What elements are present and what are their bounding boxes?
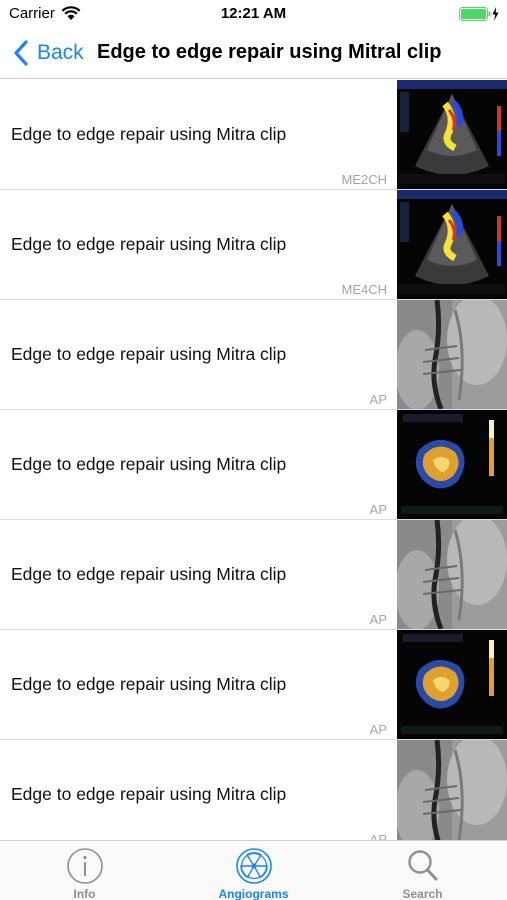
list-item[interactable]: Edge to edge repair using Mitra clip AP [0, 630, 507, 740]
tab-bar: Info Angiograms Search [0, 840, 507, 900]
angiogram-thumbnail [397, 80, 507, 189]
battery-charging-icon [459, 7, 499, 21]
tab-angiograms[interactable]: Angiograms [169, 841, 338, 900]
tab-angiograms-label: Angiograms [218, 887, 289, 900]
angiogram-thumbnail [397, 410, 507, 519]
tab-info-label: Info [73, 887, 96, 900]
info-icon [66, 848, 103, 884]
navigation-bar: Back Edge to edge repair using Mitral cl… [0, 28, 507, 79]
row-title: Edge to edge repair using Mitra clip [11, 234, 287, 254]
page-title: Edge to edge repair using Mitral clip [97, 41, 442, 63]
row-title: Edge to edge repair using Mitra clip [11, 344, 287, 364]
row-title: Edge to edge repair using Mitra clip [11, 454, 287, 474]
status-bar: Carrier 12:21 AM [0, 0, 507, 28]
row-title: Edge to edge repair using Mitra clip [11, 674, 287, 694]
list-item[interactable]: Edge to edge repair using Mitra clip ME2C… [0, 80, 507, 190]
row-view-label: AP [369, 832, 387, 840]
tab-search-label: Search [402, 887, 443, 900]
angiogram-thumbnail [397, 740, 507, 840]
list-item[interactable]: Edge to edge repair using Mitra clip AP [0, 300, 507, 410]
row-title: Edge to edge repair using Mitra clip [11, 124, 287, 144]
row-view-label: AP [369, 502, 387, 517]
tab-info[interactable]: Info [0, 841, 169, 900]
list-item[interactable]: Edge to edge repair using Mitra clip ME4C… [0, 190, 507, 300]
back-label: Back [37, 41, 84, 64]
angiogram-thumbnail [397, 300, 507, 409]
list-item[interactable]: Edge to edge repair using Mitra clip AP [0, 520, 507, 630]
angiogram-thumbnail [397, 520, 507, 629]
row-view-label: AP [369, 392, 387, 407]
radiation-icon [235, 848, 272, 884]
search-icon [407, 850, 437, 881]
angiogram-list[interactable]: Edge to edge repair using Mitra clip ME2C… [0, 80, 507, 840]
clock: 12:21 AM [220, 5, 287, 22]
angiogram-thumbnail [397, 630, 507, 739]
row-title: Edge to edge repair using Mitra clip [11, 784, 287, 804]
angiogram-thumbnail [397, 190, 507, 299]
row-view-label: ME4CH [341, 282, 387, 297]
row-view-label: AP [369, 722, 387, 737]
list-item[interactable]: Edge to edge repair using Mitra clip AP [0, 740, 507, 840]
row-view-label: ME2CH [341, 172, 387, 187]
row-title: Edge to edge repair using Mitra clip [11, 564, 287, 584]
list-item[interactable]: Edge to edge repair using Mitra clip AP [0, 410, 507, 520]
tab-search[interactable]: Search [338, 841, 507, 900]
back-button[interactable]: Back [12, 36, 84, 70]
chevron-left-icon [14, 40, 28, 66]
row-view-label: AP [369, 612, 387, 627]
